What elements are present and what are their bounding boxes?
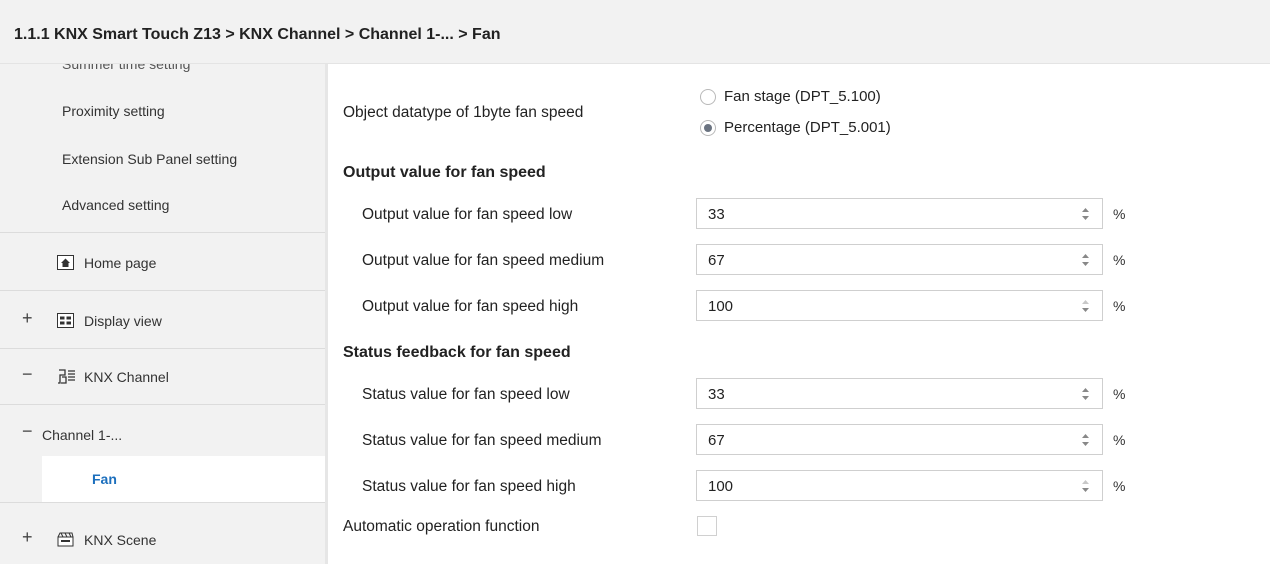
sidebar-divider bbox=[0, 290, 325, 291]
output-section-title: Output value for fan speed bbox=[343, 164, 546, 181]
breadcrumb: 1.1.1 KNX Smart Touch Z13 > KNX Channel … bbox=[14, 26, 501, 43]
spin-arrows-icon[interactable] bbox=[1081, 476, 1090, 496]
sidebar-item-fan[interactable]: Fan bbox=[42, 456, 325, 502]
unit-label: % bbox=[1113, 298, 1126, 314]
status-low-label: Status value for fan speed low bbox=[362, 386, 570, 403]
sidebar-item-display-view[interactable]: + Display view bbox=[0, 294, 325, 349]
unit-label: % bbox=[1113, 478, 1126, 494]
expand-icon[interactable]: + bbox=[22, 527, 33, 548]
spin-arrows-icon[interactable] bbox=[1081, 384, 1090, 404]
collapse-icon[interactable]: − bbox=[22, 364, 33, 385]
scene-icon bbox=[57, 532, 74, 547]
spin-arrows-icon[interactable] bbox=[1081, 430, 1090, 450]
status-high-label: Status value for fan speed high bbox=[362, 478, 576, 495]
expand-icon[interactable]: + bbox=[22, 308, 33, 329]
datatype-label: Object datatype of 1byte fan speed bbox=[343, 104, 584, 121]
title-bar: 1.1.1 KNX Smart Touch Z13 > KNX Channel … bbox=[0, 0, 1270, 64]
sidebar-divider bbox=[0, 348, 325, 349]
spin-arrows-icon[interactable] bbox=[1081, 296, 1090, 316]
output-medium-label: Output value for fan speed medium bbox=[362, 252, 605, 269]
output-medium-value: 67 bbox=[708, 252, 725, 269]
sidebar-item-summer-time[interactable]: Summer time setting bbox=[62, 64, 190, 72]
unit-label: % bbox=[1113, 252, 1126, 268]
sidebar-item-knx-scene[interactable]: + KNX Scene bbox=[0, 508, 325, 563]
output-high-spinbox[interactable]: 100 bbox=[696, 290, 1103, 321]
parameter-panel: Object datatype of 1byte fan speed Fan s… bbox=[328, 64, 1270, 564]
sidebar-item-advanced[interactable]: Advanced setting bbox=[0, 178, 325, 233]
status-high-spinbox[interactable]: 100 bbox=[696, 470, 1103, 501]
sidebar-item-label: Proximity setting bbox=[62, 103, 165, 119]
sidebar-item-label: KNX Scene bbox=[84, 532, 157, 548]
sidebar-item-label: Display view bbox=[84, 313, 162, 329]
sidebar-item-knx-channel[interactable]: − KNX Channel bbox=[0, 350, 325, 405]
sidebar-divider bbox=[0, 502, 325, 503]
sidebar-divider bbox=[0, 404, 325, 405]
sidebar-item-label: KNX Channel bbox=[84, 369, 169, 385]
sidebar-item-label: Extension Sub Panel setting bbox=[62, 151, 238, 167]
auto-operation-checkbox[interactable] bbox=[697, 516, 717, 536]
unit-label: % bbox=[1113, 206, 1126, 222]
home-icon bbox=[57, 255, 74, 270]
status-medium-spinbox[interactable]: 67 bbox=[696, 424, 1103, 455]
collapse-icon[interactable]: − bbox=[22, 421, 33, 442]
status-medium-label: Status value for fan speed medium bbox=[362, 432, 602, 449]
sidebar-item-proximity[interactable]: Proximity setting bbox=[0, 84, 325, 139]
status-medium-value: 67 bbox=[708, 432, 725, 449]
output-low-value: 33 bbox=[708, 206, 725, 223]
radio-fan-stage[interactable] bbox=[700, 89, 716, 105]
sidebar-item-label: Channel 1-... bbox=[42, 427, 123, 443]
radio-fan-stage-label[interactable]: Fan stage (DPT_5.100) bbox=[724, 88, 881, 105]
radio-percentage-label[interactable]: Percentage (DPT_5.001) bbox=[724, 119, 891, 136]
status-section-title: Status feedback for fan speed bbox=[343, 344, 571, 361]
output-high-value: 100 bbox=[708, 298, 734, 315]
status-high-value: 100 bbox=[708, 478, 734, 495]
sidebar-divider bbox=[0, 232, 325, 233]
unit-label: % bbox=[1113, 386, 1126, 402]
radio-percentage[interactable] bbox=[700, 120, 716, 136]
output-low-label: Output value for fan speed low bbox=[362, 206, 573, 223]
sidebar-item-channel-1[interactable]: − Channel 1-... bbox=[0, 408, 325, 463]
auto-operation-label: Automatic operation function bbox=[343, 518, 540, 535]
spin-arrows-icon[interactable] bbox=[1081, 204, 1090, 224]
spin-arrows-icon[interactable] bbox=[1081, 250, 1090, 270]
output-low-spinbox[interactable]: 33 bbox=[696, 198, 1103, 229]
sidebar: Summer time setting Proximity setting Ex… bbox=[0, 64, 328, 564]
unit-label: % bbox=[1113, 432, 1126, 448]
sidebar-item-label: Fan bbox=[92, 471, 117, 487]
display-view-icon bbox=[57, 313, 74, 328]
sidebar-item-label: Home page bbox=[84, 255, 157, 271]
status-low-value: 33 bbox=[708, 386, 725, 403]
knx-channel-icon bbox=[57, 369, 75, 384]
output-high-label: Output value for fan speed high bbox=[362, 298, 579, 315]
sidebar-item-home-page[interactable]: Home page bbox=[0, 236, 325, 291]
sidebar-item-label: Advanced setting bbox=[62, 197, 170, 213]
output-medium-spinbox[interactable]: 67 bbox=[696, 244, 1103, 275]
status-low-spinbox[interactable]: 33 bbox=[696, 378, 1103, 409]
